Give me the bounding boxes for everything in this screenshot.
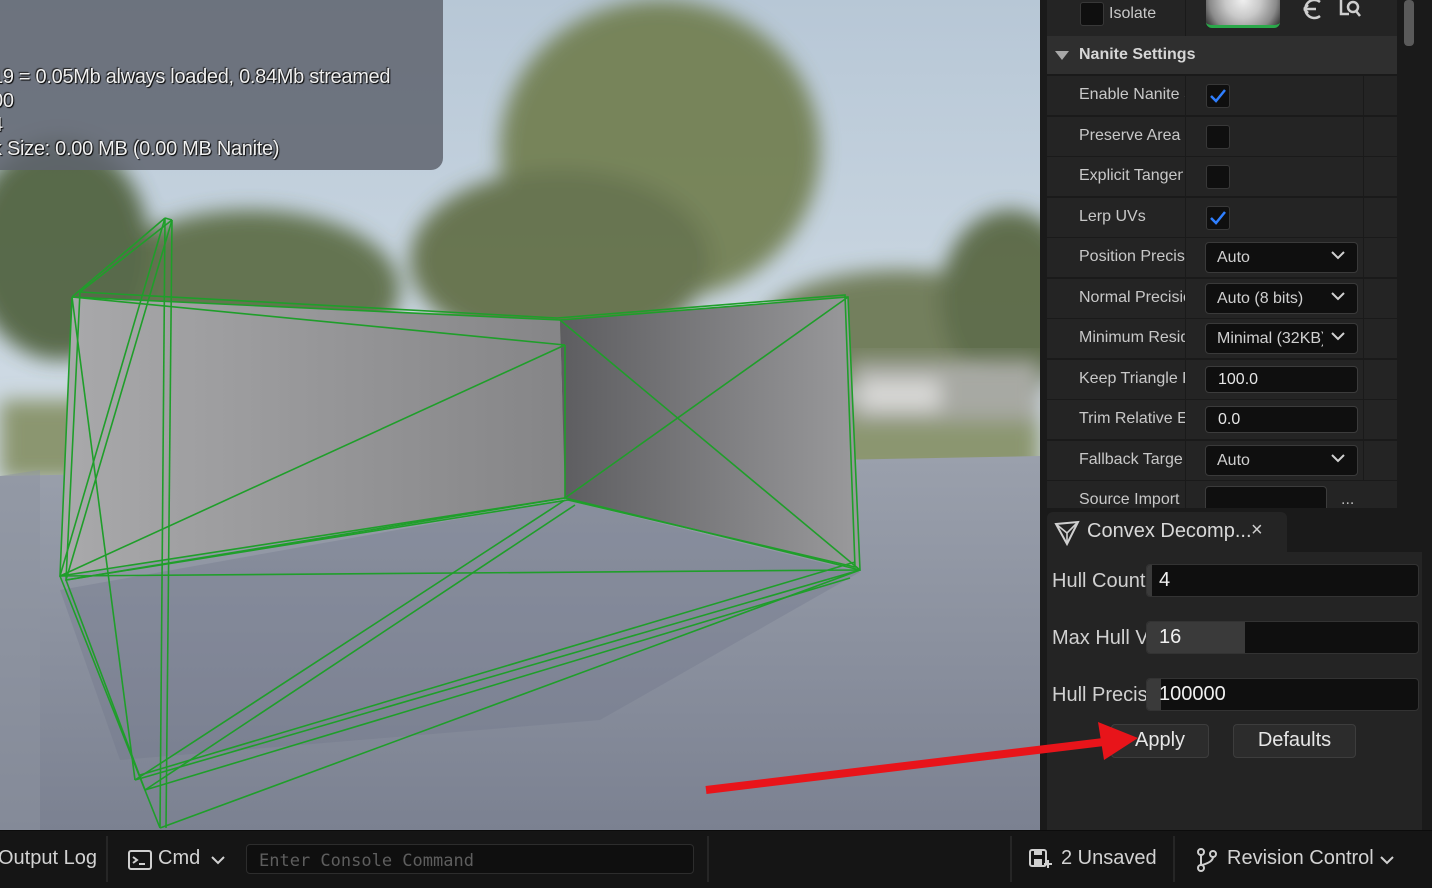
prop-position-precision: Position Precision Auto	[1047, 237, 1397, 278]
output-log-button[interactable]: Output Log	[0, 847, 97, 870]
tab-title: Convex Decomp...	[1087, 520, 1252, 542]
section-title: Nanite Settings	[1079, 46, 1196, 63]
separator	[707, 836, 709, 882]
source-import-field[interactable]	[1205, 486, 1327, 508]
chevron-down-icon	[1380, 856, 1394, 865]
slider-fill	[1147, 565, 1153, 596]
dropdown-value: Auto (8 bits)	[1217, 290, 1304, 307]
prop-label: Normal Precision	[1079, 289, 1185, 306]
unsaved-button[interactable]: 2 Unsaved	[1022, 842, 1167, 876]
prop-label: Position Precision	[1079, 248, 1185, 265]
dropdown-value: Auto	[1217, 249, 1250, 266]
chevron-down-icon	[1331, 251, 1345, 260]
nanite-settings-header[interactable]: Nanite Settings	[1047, 36, 1397, 74]
chevron-down-icon	[1331, 332, 1345, 341]
dropdown-value: Auto	[1217, 452, 1250, 469]
undo-icon[interactable]	[1298, 0, 1328, 22]
check-icon	[1210, 89, 1226, 103]
field-value: 4	[1159, 569, 1171, 591]
unsaved-label: 2 Unsaved	[1061, 847, 1157, 869]
prop-label: Keep Triangle Percent	[1079, 370, 1185, 387]
prop-label: Fallback Target	[1079, 451, 1183, 468]
prop-label: Source Import	[1079, 491, 1180, 508]
prop-source-import: Source Import ...	[1047, 480, 1397, 508]
prop-label: Explicit Tangents	[1079, 167, 1183, 184]
prop-fallback-target: Fallback Target Auto	[1047, 440, 1397, 481]
branch-icon	[1197, 848, 1217, 872]
apply-button[interactable]: Apply	[1111, 724, 1209, 758]
prop-minimum-residency: Minimum Residency Minimal (32KB)	[1047, 318, 1397, 359]
prop-explicit-tangents: Explicit Tangents	[1047, 156, 1397, 197]
prop-lerp-uvs: Lerp UVs	[1047, 197, 1397, 238]
stats-line: k Size: 0.00 MB (0.00 MB Nanite)	[0, 138, 280, 160]
check-icon	[1210, 211, 1226, 225]
separator	[1010, 836, 1012, 882]
cmd-label: Cmd	[158, 847, 201, 869]
field-value: 100000	[1159, 683, 1226, 705]
stats-line: 4	[0, 114, 3, 137]
prop-trim-relative-error: Trim Relative Error 0.0	[1047, 399, 1397, 440]
field-value: 16	[1159, 626, 1182, 648]
material-thumbnail[interactable]	[1206, 0, 1280, 28]
trim-relative-error-field[interactable]: 0.0	[1205, 406, 1358, 433]
field-label: Hull Count	[1052, 570, 1146, 592]
prop-label: Enable Nanite Support	[1079, 86, 1185, 103]
prop-label: Lerp UVs	[1079, 208, 1146, 225]
field-label: Hull Precision	[1052, 684, 1146, 706]
more-icon[interactable]: ...	[1341, 491, 1354, 508]
chevron-down-icon	[1331, 292, 1345, 301]
separator	[106, 836, 108, 882]
prop-keep-triangle-percent: Keep Triangle Percent 100.0	[1047, 359, 1397, 400]
convex-decomp-icon	[1054, 520, 1080, 546]
preserve-area-checkbox[interactable]	[1206, 125, 1230, 149]
position-precision-dropdown[interactable]: Auto	[1205, 242, 1358, 273]
stats-line: 00	[0, 90, 14, 112]
hull-precision-slider[interactable]: 100000	[1146, 678, 1419, 711]
defaults-button[interactable]: Defaults	[1233, 724, 1356, 758]
details-scrollbar[interactable]	[1401, 0, 1415, 508]
close-icon[interactable]: ×	[1251, 519, 1263, 542]
console-command-input[interactable]	[246, 844, 694, 874]
collapse-caret-icon	[1055, 51, 1069, 60]
details-scrollbar-thumb[interactable]	[1404, 0, 1414, 46]
separator	[1173, 836, 1175, 882]
save-all-icon	[1029, 849, 1052, 868]
normal-precision-dropdown[interactable]: Auto (8 bits)	[1205, 283, 1358, 314]
prop-preserve-area: Preserve Area	[1047, 116, 1397, 157]
prop-label: Trim Relative Error	[1079, 410, 1185, 427]
browse-icon[interactable]	[1336, 0, 1364, 22]
fallback-target-dropdown[interactable]: Auto	[1205, 445, 1358, 476]
chevron-down-icon	[211, 856, 225, 865]
level-viewport[interactable]: 19 = 0.05Mb always loaded, 0.84Mb stream…	[0, 0, 1040, 830]
hull-precision-row: Hull Precision 100000	[1047, 678, 1422, 718]
prop-label: Minimum Residency	[1079, 329, 1185, 346]
prop-enable-nanite: Enable Nanite Support	[1047, 75, 1397, 116]
isolate-checkbox[interactable]	[1080, 2, 1104, 26]
prop-normal-precision: Normal Precision Auto (8 bits)	[1047, 278, 1397, 319]
cmd-dropdown[interactable]: Cmd	[118, 842, 236, 876]
max-hull-verts-row: Max Hull Verts 16	[1047, 621, 1422, 661]
minimum-residency-dropdown[interactable]: Minimal (32KB)	[1205, 323, 1358, 354]
max-hull-verts-slider[interactable]: 16	[1146, 621, 1419, 654]
lerp-uvs-checkbox[interactable]	[1206, 206, 1230, 230]
dropdown-value: Minimal (32KB)	[1217, 330, 1323, 347]
revision-control-label: Revision Control	[1227, 847, 1374, 869]
isolate-label: Isolate	[1109, 5, 1157, 22]
stats-line: 19 = 0.05Mb always loaded, 0.84Mb stream…	[0, 66, 391, 88]
revision-control-button[interactable]: Revision Control	[1186, 842, 1406, 876]
chevron-down-icon	[1331, 454, 1345, 463]
keep-triangle-percent-field[interactable]: 100.0	[1205, 366, 1358, 393]
hull-count-row: Hull Count 4	[1047, 564, 1422, 604]
tab-convex-decomposition[interactable]: Convex Decomp... ×	[1047, 512, 1287, 552]
explicit-tangents-checkbox[interactable]	[1206, 165, 1230, 189]
terminal-icon	[128, 850, 152, 870]
enable-nanite-checkbox[interactable]	[1206, 84, 1230, 108]
prop-label: Preserve Area	[1079, 127, 1181, 144]
field-label: Max Hull Verts	[1052, 627, 1146, 649]
hull-count-slider[interactable]: 4	[1146, 564, 1419, 597]
stats-overlay: 19 = 0.05Mb always loaded, 0.84Mb stream…	[0, 0, 443, 170]
